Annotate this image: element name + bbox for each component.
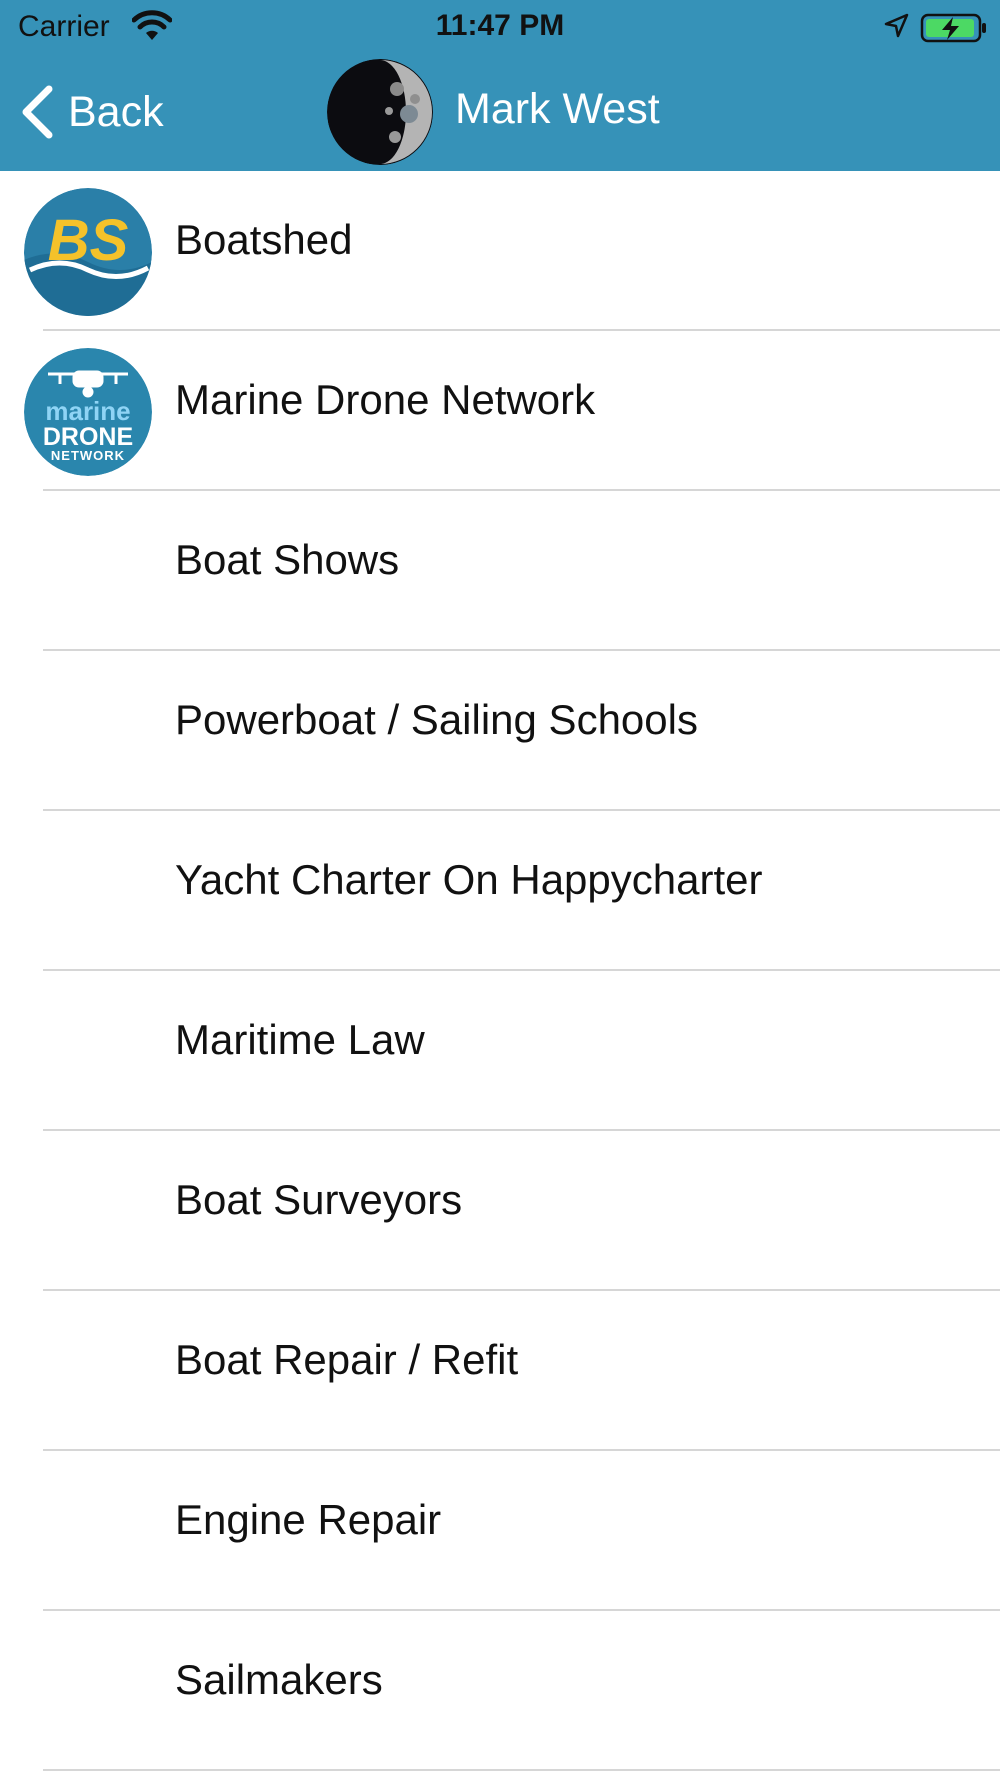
page-title: Mark West (455, 85, 660, 133)
navigation-bar: Back Mark West (0, 56, 1000, 171)
list-item-engine-repair[interactable]: Engine Repair (0, 1451, 1000, 1611)
list-item-sailmakers[interactable]: Sailmakers (0, 1611, 1000, 1771)
list-item-label: Engine Repair (175, 1496, 442, 1543)
list-item-boatshed[interactable]: BS Boatshed (0, 171, 1000, 331)
list-item-boat-shows[interactable]: Boat Shows (0, 491, 1000, 651)
profile-avatar[interactable] (327, 59, 433, 165)
list-item-sailing-schools[interactable]: Powerboat / Sailing Schools (0, 651, 1000, 811)
list-item-label: Maritime Law (175, 1016, 425, 1063)
status-bar: Carrier 11:47 PM (0, 0, 1000, 56)
list-item-label: Boat Shows (175, 536, 400, 583)
boatshed-logo-text: BS (48, 208, 129, 273)
svg-text:NETWORK: NETWORK (51, 448, 125, 463)
marine-drone-network-logo: marine DRONE NETWORK (24, 348, 152, 476)
list-item-label: Powerboat / Sailing Schools (175, 696, 698, 743)
top-bar: Carrier 11:47 PM Back Mark West (0, 0, 1000, 171)
clock: 11:47 PM (435, 9, 565, 42)
list-item-boat-repair[interactable]: Boat Repair / Refit (0, 1291, 1000, 1451)
list-item-boat-surveyors[interactable]: Boat Surveyors (0, 1131, 1000, 1291)
back-label: Back (68, 87, 164, 136)
list-item-label: Marine Drone Network (175, 376, 596, 423)
separator (43, 1769, 1000, 1771)
list-item-label: Boat Surveyors (175, 1176, 463, 1223)
back-button[interactable]: Back (20, 82, 164, 142)
list-item-maritime-law[interactable]: Maritime Law (0, 971, 1000, 1131)
chevron-left-icon (22, 85, 53, 139)
svg-text:DRONE: DRONE (43, 423, 133, 451)
list-item-label: Sailmakers (175, 1656, 383, 1703)
boatshed-logo: BS (24, 188, 152, 316)
svg-text:marine: marine (45, 396, 130, 426)
location-arrow-icon (884, 13, 909, 38)
list-item-label: Boatshed (175, 216, 353, 263)
list-item-label: Boat Repair / Refit (175, 1336, 519, 1383)
list-item-yacht-charter[interactable]: Yacht Charter On Happycharter (0, 811, 1000, 971)
battery-charging-icon (920, 13, 986, 43)
list-item-label: Yacht Charter On Happycharter (175, 856, 763, 903)
category-list: BS Boatshed marine DRONE NETWORK Marine … (0, 171, 1000, 1771)
list-item-marine-drone-network[interactable]: marine DRONE NETWORK Marine Drone Networ… (0, 331, 1000, 491)
